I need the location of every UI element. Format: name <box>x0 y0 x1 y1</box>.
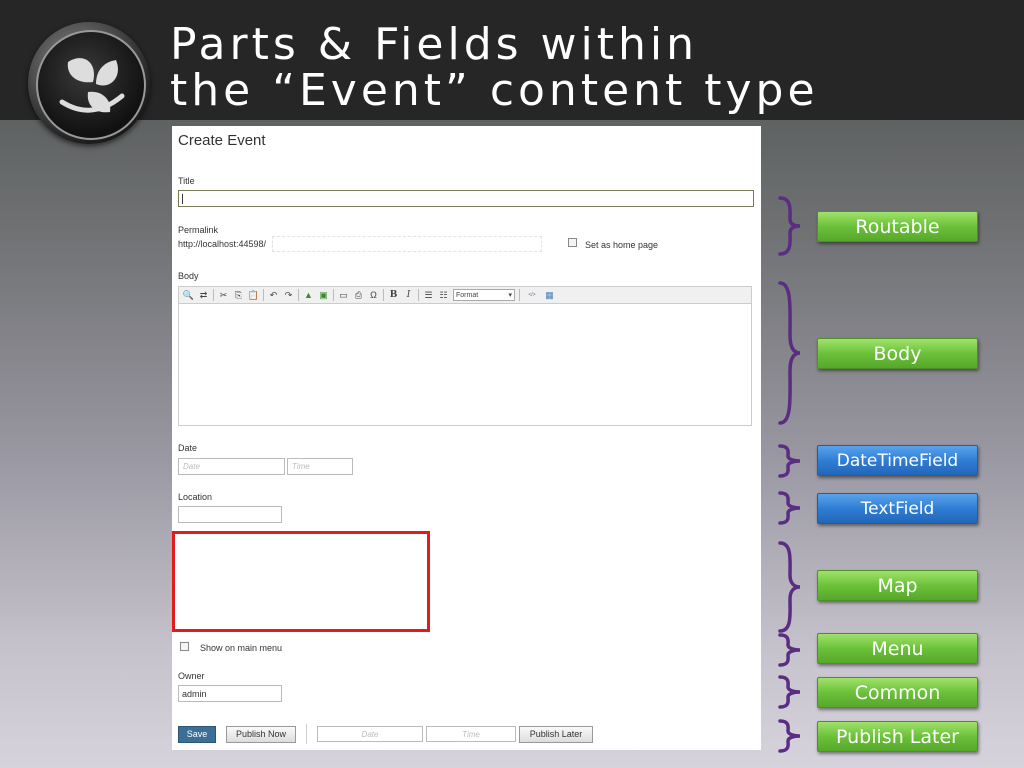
toolbar-separator <box>263 289 264 301</box>
common-brace-icon <box>778 675 801 709</box>
tag-publish-later: Publish Later <box>817 721 978 752</box>
leaf-icon <box>59 58 125 113</box>
copy-icon[interactable]: ⎘ <box>233 290 244 301</box>
routable-brace-icon <box>778 196 801 256</box>
time-input[interactable]: Time <box>287 458 353 475</box>
tag-datetimefield: DateTimeField <box>817 445 978 476</box>
form-heading: Create Event <box>178 132 266 149</box>
map-part-highlight <box>172 531 430 632</box>
publish-time-input[interactable]: Time <box>426 726 516 742</box>
date-label: Date <box>178 443 198 453</box>
cut-icon[interactable]: ✂ <box>218 290 229 301</box>
home-page-checkbox[interactable] <box>568 238 577 247</box>
menu-brace-icon <box>778 633 801 667</box>
tag-common: Common <box>817 677 978 708</box>
undo-icon[interactable]: ↶ <box>268 290 279 301</box>
publish-date-placeholder: Date <box>361 730 379 739</box>
media-icon[interactable]: ▣ <box>318 290 329 301</box>
find-icon[interactable]: 🔍 <box>183 290 194 301</box>
permalink-label: Permalink <box>178 225 219 235</box>
location-input[interactable] <box>178 506 282 523</box>
image-icon[interactable]: ▲ <box>303 290 314 301</box>
title-input[interactable] <box>178 190 754 207</box>
toolbar-separator <box>418 289 419 301</box>
italic-icon[interactable]: I <box>403 290 414 301</box>
map-brace-icon <box>778 541 801 633</box>
location-label: Location <box>178 492 213 502</box>
textfield-brace-icon <box>778 491 801 525</box>
toolbar-separator <box>519 289 520 301</box>
hr-icon[interactable]: ▭ <box>338 290 349 301</box>
publish-later-button[interactable]: Publish Later <box>519 726 593 743</box>
save-button[interactable]: Save <box>178 726 216 743</box>
slide-title: Parts & Fields within the “Event” conten… <box>170 22 819 114</box>
format-select[interactable]: Format ▾ <box>453 289 515 301</box>
text-cursor <box>182 194 183 204</box>
special-char-icon[interactable]: Ω <box>368 290 379 301</box>
publish-now-button[interactable]: Publish Now <box>226 726 296 743</box>
logo-inner <box>36 30 146 140</box>
show-menu-checkbox[interactable] <box>180 642 189 651</box>
time-placeholder: Time <box>292 462 310 471</box>
datetime-brace-icon <box>778 444 801 478</box>
create-event-form: Create Event Title Permalink http://loca… <box>172 126 761 750</box>
tag-routable: Routable <box>817 211 978 242</box>
tag-body: Body <box>817 338 978 369</box>
print-icon[interactable]: ⎙ <box>353 290 364 301</box>
title-label: Title <box>178 176 195 186</box>
toolbar-separator <box>333 289 334 301</box>
publish-later-brace-icon <box>778 719 801 753</box>
date-input[interactable]: Date <box>178 458 285 475</box>
body-editor[interactable] <box>178 304 752 426</box>
permalink-input[interactable] <box>272 236 542 252</box>
owner-value: admin <box>182 689 207 699</box>
redo-icon[interactable]: ↷ <box>283 290 294 301</box>
owner-input[interactable]: admin <box>178 685 282 702</box>
show-menu-label: Show on main menu <box>200 643 283 653</box>
publish-date-input[interactable]: Date <box>317 726 423 742</box>
permalink-prefix: http://localhost:44598/ <box>178 239 267 249</box>
chevron-down-icon: ▾ <box>508 292 512 299</box>
tag-textfield: TextField <box>817 493 978 524</box>
toolbar-separator <box>383 289 384 301</box>
paste-icon[interactable]: 📋 <box>248 290 259 301</box>
html-icon[interactable]: </> <box>524 290 540 301</box>
publish-time-placeholder: Time <box>462 730 480 739</box>
replace-icon[interactable]: ⇄ <box>198 290 209 301</box>
date-placeholder: Date <box>183 462 200 471</box>
slide-title-line-2: the “Event” content type <box>170 65 819 116</box>
bullet-list-icon[interactable]: ☷ <box>438 290 449 301</box>
slide-title-line-1: Parts & Fields within <box>170 19 698 70</box>
body-brace-icon <box>778 281 801 425</box>
tag-menu: Menu <box>817 633 978 664</box>
editor-toolbar: 🔍 ⇄ ✂ ⎘ 📋 ↶ ↷ ▲ ▣ ▭ ⎙ Ω B I ☰ ☷ Format ▾… <box>178 286 752 304</box>
bold-icon[interactable]: B <box>388 290 399 301</box>
format-select-value: Format <box>456 292 479 299</box>
fullscreen-icon[interactable]: ▦ <box>544 290 555 301</box>
body-label: Body <box>178 271 199 281</box>
tag-map: Map <box>817 570 978 601</box>
button-divider <box>306 724 307 744</box>
toolbar-separator <box>213 289 214 301</box>
toolbar-separator <box>298 289 299 301</box>
owner-label: Owner <box>178 671 205 681</box>
numbered-list-icon[interactable]: ☰ <box>423 290 434 301</box>
orchard-logo <box>28 22 150 144</box>
home-page-label: Set as home page <box>585 240 659 250</box>
